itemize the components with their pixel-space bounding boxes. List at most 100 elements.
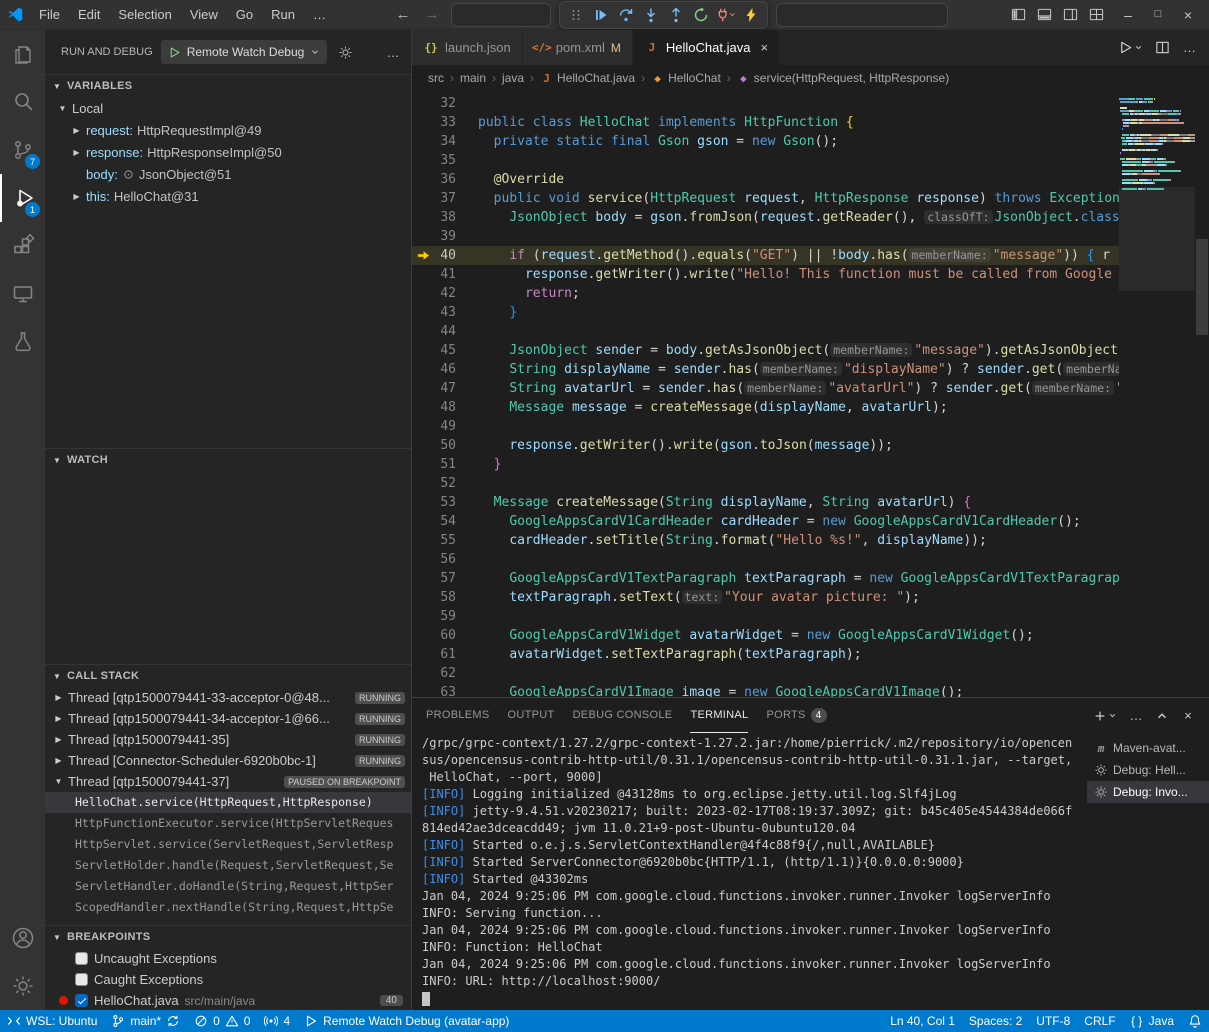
activity-testing[interactable] — [0, 318, 45, 366]
maximize-button[interactable]: □ — [1143, 0, 1173, 30]
hot-code-replace-button[interactable] — [740, 4, 762, 26]
continue-button[interactable] — [590, 4, 612, 26]
status-language-mode[interactable]: { }Java — [1123, 1010, 1181, 1032]
callstack-section-header[interactable]: ▼ CALL STACK — [45, 665, 411, 687]
gutter-line-number[interactable]: 39 — [412, 227, 478, 246]
gutter-line-number[interactable]: 38 — [412, 208, 478, 227]
forward-icon[interactable]: → — [422, 6, 443, 23]
variable-row[interactable]: ▶response:HttpResponseImpl@50 — [45, 141, 411, 163]
close-icon[interactable]: × — [760, 40, 768, 55]
menu-go[interactable]: Go — [227, 0, 262, 30]
activity-accounts[interactable] — [0, 914, 45, 962]
breakpoint-row[interactable]: Caught Exceptions — [45, 969, 411, 990]
minimize-button[interactable]: – — [1113, 0, 1143, 30]
debug-views-more-button[interactable]: … — [383, 42, 403, 62]
status-cursor-position[interactable]: Ln 40, Col 1 — [883, 1010, 962, 1032]
gutter-line-number[interactable]: 55 — [412, 531, 478, 550]
gutter-line-number[interactable]: 45 — [412, 341, 478, 360]
status-branch[interactable]: main* — [104, 1010, 187, 1032]
menu-more[interactable]: … — [304, 0, 335, 30]
gutter-line-number[interactable]: 58 — [412, 588, 478, 607]
stack-frame[interactable]: HelloChat.service(HttpRequest,HttpRespon… — [45, 792, 411, 813]
close-window-button[interactable]: × — [1173, 0, 1203, 30]
variables-scope[interactable]: ▼Local — [45, 97, 411, 119]
step-out-button[interactable] — [665, 4, 687, 26]
breadcrumb-item[interactable]: ◆HelloChat — [651, 71, 721, 85]
toggle-panel-button[interactable] — [1031, 0, 1057, 30]
panel-close-button[interactable]: × — [1181, 709, 1195, 723]
status-ports[interactable]: 4 — [257, 1010, 297, 1032]
status-debug-session[interactable]: Remote Watch Debug (avatar-app) — [297, 1010, 516, 1032]
split-editor-button[interactable] — [1155, 40, 1170, 55]
stack-frame[interactable]: ScopedHandler.nextHandle(String,Request,… — [45, 897, 411, 918]
gutter-line-number[interactable]: 48 — [412, 398, 478, 417]
restart-button[interactable] — [690, 4, 712, 26]
gutter-line-number[interactable]: 52 — [412, 474, 478, 493]
gutter-line-number[interactable]: 59 — [412, 607, 478, 626]
panel-maximize-button[interactable] — [1155, 709, 1169, 723]
editor-scrollbar[interactable] — [1195, 91, 1209, 697]
tab-launch-json[interactable]: {}launch.json — [412, 30, 523, 65]
command-center-right[interactable] — [776, 3, 948, 27]
breakpoint-row[interactable]: Uncaught Exceptions — [45, 948, 411, 969]
menu-run[interactable]: Run — [262, 0, 304, 30]
gutter-line-number[interactable]: 35 — [412, 151, 478, 170]
breakpoint-checkbox[interactable] — [75, 994, 88, 1007]
watch-section-header[interactable]: ▼ WATCH — [45, 449, 411, 471]
gutter-line-number[interactable]: 50 — [412, 436, 478, 455]
breadcrumb-item[interactable]: ◆service(HttpRequest, HttpResponse) — [737, 71, 949, 85]
panel-tab-output[interactable]: OUTPUT — [508, 698, 555, 733]
status-indentation[interactable]: Spaces: 2 — [962, 1010, 1029, 1032]
panel-tab-ports[interactable]: PORTS4 — [766, 698, 826, 733]
gutter-line-number[interactable]: 57 — [412, 569, 478, 588]
panel-more-button[interactable]: … — [1129, 709, 1143, 723]
disconnect-button[interactable] — [715, 4, 737, 26]
stack-frame[interactable]: HttpFunctionExecutor.service(HttpServlet… — [45, 813, 411, 834]
panel-tab-terminal[interactable]: TERMINAL — [690, 698, 748, 733]
variable-row[interactable]: ▶this:HelloChat@31 — [45, 185, 411, 207]
menu-selection[interactable]: Selection — [109, 0, 180, 30]
back-icon[interactable]: ← — [393, 6, 414, 23]
run-java-button[interactable] — [1118, 40, 1143, 55]
breadcrumb-item[interactable]: main — [460, 71, 486, 85]
thread-row[interactable]: ▶Thread [qtp1500079441-34-acceptor-1@66.… — [45, 708, 411, 729]
gutter-line-number[interactable]: 40 — [412, 246, 478, 265]
breadcrumb-item[interactable]: JHelloChat.java — [540, 71, 635, 85]
variable-row[interactable]: body:JsonObject@51 — [45, 163, 411, 185]
toggle-primary-sidebar-button[interactable] — [1005, 0, 1031, 30]
thread-row[interactable]: ▼Thread [qtp1500079441-37]PAUSED ON BREA… — [45, 771, 411, 792]
variables-section-header[interactable]: ▼ VARIABLES — [45, 75, 411, 97]
gutter-line-number[interactable]: 32 — [412, 94, 478, 113]
status-encoding[interactable]: UTF-8 — [1029, 1010, 1077, 1032]
gutter-line-number[interactable]: 41 — [412, 265, 478, 284]
breakpoint-checkbox[interactable] — [75, 952, 88, 965]
breakpoint-checkbox[interactable] — [75, 973, 88, 986]
variable-row[interactable]: ▶request:HttpRequestImpl@49 — [45, 119, 411, 141]
gutter-line-number[interactable]: 49 — [412, 417, 478, 436]
activity-search[interactable] — [0, 78, 45, 126]
step-into-button[interactable] — [640, 4, 662, 26]
panel-tab-problems[interactable]: PROBLEMS — [426, 698, 490, 733]
menu-edit[interactable]: Edit — [69, 0, 109, 30]
stack-frame[interactable]: HttpServlet.service(ServletRequest,Servl… — [45, 834, 411, 855]
gutter-line-number[interactable]: 46 — [412, 360, 478, 379]
menu-file[interactable]: File — [30, 0, 69, 30]
gutter-line-number[interactable]: 36 — [412, 170, 478, 189]
gutter-line-number[interactable]: 37 — [412, 189, 478, 208]
breadcrumb-item[interactable]: java — [502, 71, 524, 85]
panel-tab-debug-console[interactable]: DEBUG CONSOLE — [573, 698, 673, 733]
terminal-session[interactable]: Debug: Invo... — [1087, 781, 1209, 803]
lazy-eval-icon[interactable] — [122, 168, 135, 181]
status-problems[interactable]: 00 — [187, 1010, 257, 1032]
activity-manage[interactable] — [0, 962, 45, 1010]
gutter-line-number[interactable]: 51 — [412, 455, 478, 474]
terminal-output[interactable]: /grpc/grpc-context/1.27.2/grpc-context-1… — [412, 733, 1087, 1010]
minimap[interactable] — [1119, 91, 1195, 697]
gutter-line-number[interactable]: 43 — [412, 303, 478, 322]
terminal-session[interactable]: Debug: Hell... — [1087, 759, 1209, 781]
activity-extensions[interactable] — [0, 222, 45, 270]
tab-pom-xml[interactable]: </>pom.xmlM — [523, 30, 633, 65]
tab-hellochat-java[interactable]: JHelloChat.java× — [633, 30, 780, 65]
scrollbar-thumb[interactable] — [1196, 239, 1208, 335]
start-debugging-icon[interactable] — [168, 46, 181, 59]
